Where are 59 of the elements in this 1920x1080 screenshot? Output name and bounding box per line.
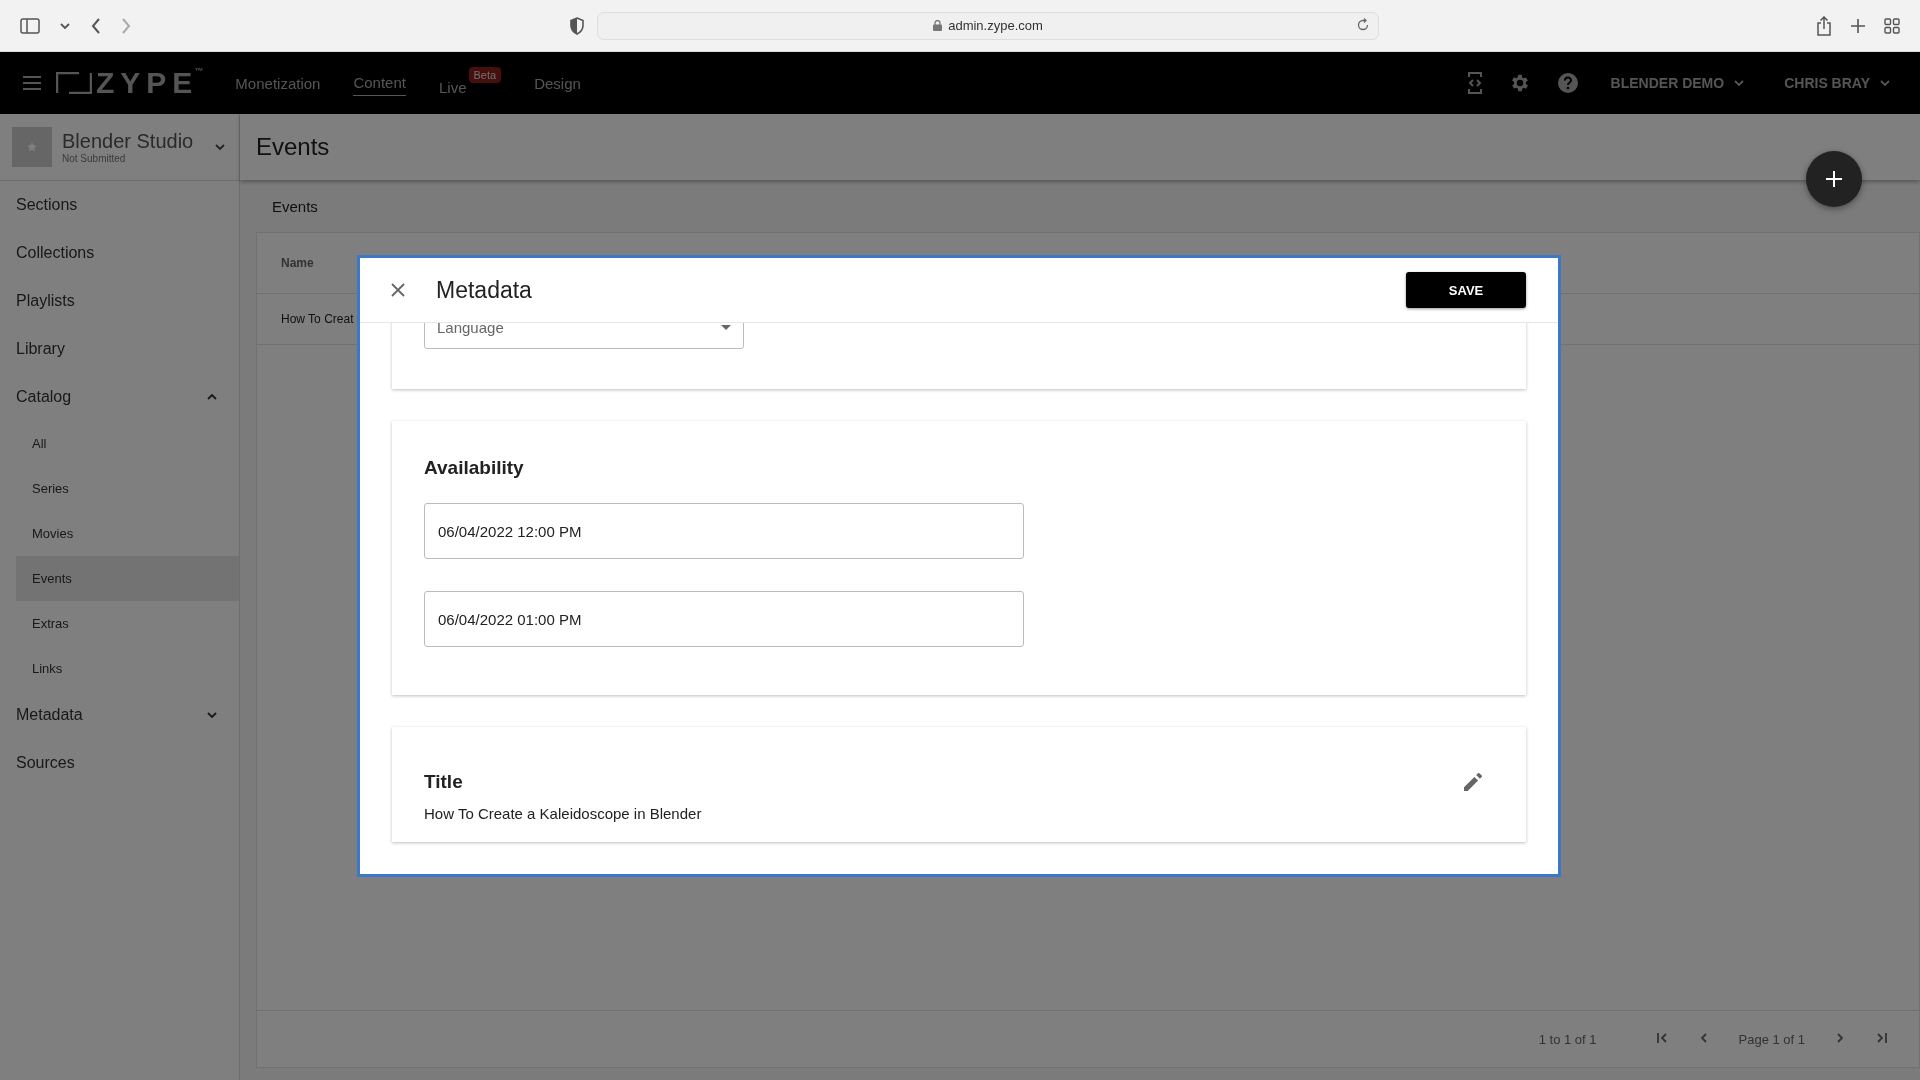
back-icon[interactable] (90, 16, 102, 35)
sidebar-subitem[interactable]: All (16, 421, 239, 466)
title-value: How To Create a Kaleidoscope in Blender (424, 805, 703, 824)
row-range: 1 to 1 of 1 (1538, 1031, 1597, 1047)
close-icon (390, 282, 406, 298)
plus-icon[interactable] (1850, 17, 1866, 34)
lock-icon (933, 20, 943, 31)
menu-icon[interactable] (22, 76, 42, 90)
section-heading: Availability (424, 456, 525, 480)
first-page-icon (1654, 1030, 1669, 1045)
share-icon[interactable] (1816, 15, 1832, 36)
save-button[interactable]: SAVE (1406, 272, 1526, 308)
app-status: Not Submitted (62, 153, 127, 164)
page-indicator: Page 1 of 1 (1738, 1031, 1805, 1047)
nav-link[interactable]: Design (534, 70, 581, 96)
sidebar-group[interactable]: Metadata (0, 691, 239, 739)
language-dropdown[interactable]: Language (424, 323, 744, 349)
sidebar-subitem[interactable]: Extras (16, 601, 239, 646)
sidebar-toggle-icon[interactable] (20, 17, 40, 34)
zype-logo[interactable]: ZYPE™ (96, 66, 204, 100)
logo-frame-icon (56, 72, 92, 94)
breadcrumb[interactable]: Events (272, 198, 318, 215)
sidebar-item[interactable]: Library (0, 325, 239, 373)
sidebar-subitem[interactable]: Movies (16, 511, 239, 556)
nav-link[interactable]: Monetization (235, 70, 321, 96)
address-bar[interactable]: admin.zype.com (597, 11, 1379, 40)
table-cell: How To Creat (281, 312, 354, 326)
page-title: Events (240, 114, 1920, 180)
sidebar-subitem[interactable]: Series (16, 466, 239, 511)
sidebar-group[interactable]: Catalog (0, 373, 239, 421)
edit-button[interactable] (1464, 773, 1482, 791)
app-name: Blender Studio (62, 130, 195, 153)
pencil-icon (1464, 773, 1482, 791)
dropdown-arrow-icon (721, 324, 731, 330)
device-code-icon[interactable] (1466, 72, 1483, 94)
account-menu[interactable]: BLENDER DEMO (1604, 74, 1753, 92)
star-icon (27, 142, 37, 152)
sidebar-item[interactable]: Playlists (0, 277, 239, 325)
beta-badge: Beta (468, 66, 502, 83)
reload-icon[interactable] (1356, 17, 1370, 32)
sidebar-item[interactable]: Collections (0, 229, 239, 277)
last-page-icon (1875, 1030, 1889, 1045)
sidebar-item[interactable]: Sections (0, 181, 239, 229)
user-menu[interactable]: CHRIS BRAY (1778, 74, 1898, 92)
sidebar-subitem[interactable]: Events (16, 556, 239, 601)
shield-icon[interactable] (569, 16, 585, 35)
sidebar-subitem[interactable]: Links (16, 646, 239, 691)
start-date-field[interactable]: 06/04/2022 12:00 PM (424, 503, 1024, 559)
close-button[interactable] (390, 282, 406, 298)
nav-link[interactable]: Content (353, 70, 406, 96)
tabs-grid-icon[interactable] (1884, 17, 1900, 34)
column-header[interactable]: Name (281, 256, 314, 270)
sidebar-item[interactable]: Sources (0, 739, 239, 787)
dialog-title: Metadata (436, 276, 533, 304)
nav-link[interactable]: Live Beta (438, 66, 502, 100)
end-date-field[interactable]: 06/04/2022 01:00 PM (424, 591, 1024, 647)
help-icon[interactable] (1556, 72, 1579, 94)
section-heading: Title (424, 771, 463, 793)
plus-icon (1825, 170, 1843, 188)
